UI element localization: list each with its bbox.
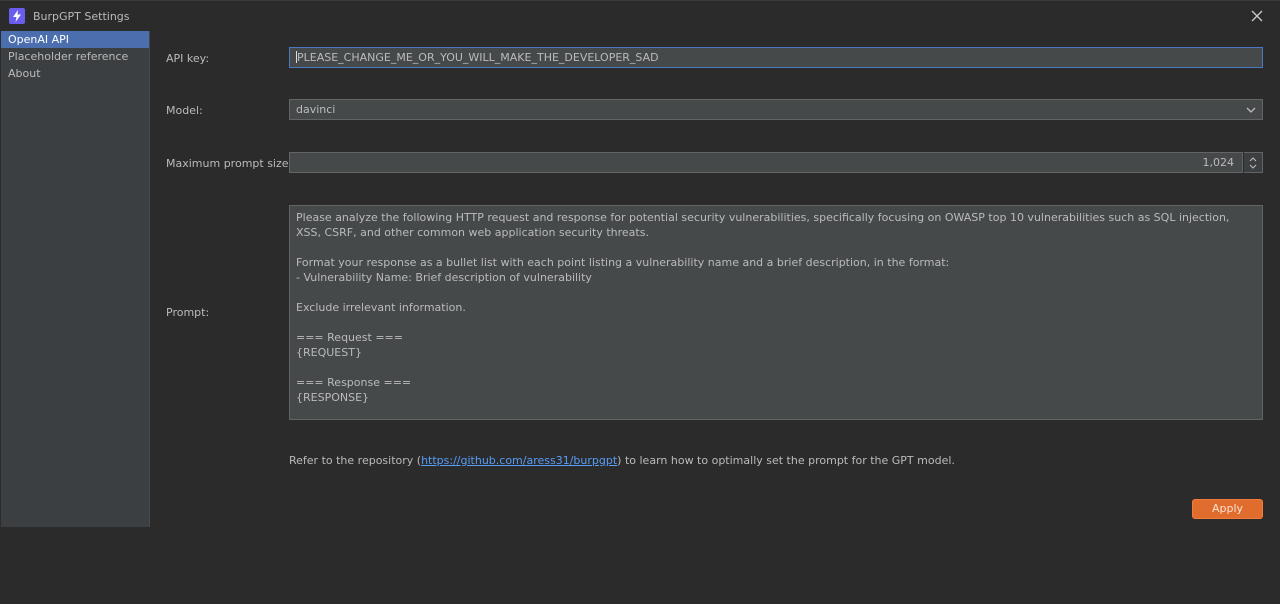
hint-text-after: ) to learn how to optimally set the prom… [617,454,955,467]
model-label: Model: [166,104,203,117]
close-icon[interactable] [1248,7,1266,25]
api-key-input[interactable]: PLEASE_CHANGE_ME_OR_YOU_WILL_MAKE_THE_DE… [289,47,1263,68]
apply-button[interactable]: Apply [1192,499,1263,519]
max-prompt-size-input[interactable]: 1,024 [289,152,1243,173]
repository-hint: Refer to the repository (https://github.… [289,454,955,467]
sidebar-item-placeholder-reference[interactable]: Placeholder reference [1,48,149,65]
sidebar-item-about[interactable]: About [1,65,149,82]
model-select[interactable]: davinci [289,99,1263,120]
repository-link[interactable]: https://github.com/aress31/burpgpt [421,454,617,467]
api-key-value: PLEASE_CHANGE_ME_OR_YOU_WILL_MAKE_THE_DE… [297,51,659,64]
title-bar: BurpGPT Settings [0,1,1280,31]
api-key-label: API key: [166,52,210,65]
spinner-arrows-icon[interactable] [1244,152,1263,173]
hint-text-before: Refer to the repository ( [289,454,422,467]
model-value: davinci [296,103,336,116]
max-prompt-size-label: Maximum prompt size: [166,157,293,170]
settings-window: BurpGPT Settings OpenAI API Placeholder … [0,0,1280,604]
sidebar: OpenAI API Placeholder reference About [1,31,150,527]
prompt-textarea[interactable]: Please analyze the following HTTP reques… [289,205,1263,420]
prompt-label: Prompt: [166,306,210,319]
window-title: BurpGPT Settings [33,10,130,23]
max-prompt-size-value: 1,024 [1202,156,1235,169]
lightning-icon [9,8,25,24]
sidebar-item-openai-api[interactable]: OpenAI API [1,31,149,48]
chevron-down-icon[interactable] [1244,103,1258,117]
